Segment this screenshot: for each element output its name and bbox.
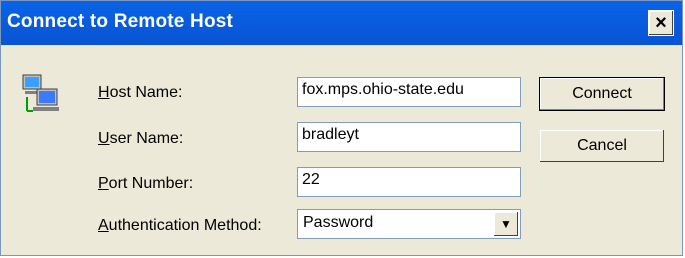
port-number-label: Port Number: <box>98 175 194 192</box>
dialog-title: Connect to Remote Host <box>7 11 234 32</box>
close-icon: × <box>655 12 667 34</box>
user-name-label: User Name: <box>98 130 184 147</box>
host-name-label: Host Name: <box>98 84 183 101</box>
authentication-method-value: Password <box>303 214 374 231</box>
port-number-input[interactable]: 22 <box>297 167 521 197</box>
host-name-input[interactable]: fox.mps.ohio-state.edu <box>297 77 521 107</box>
cancel-button[interactable]: Cancel <box>539 129 665 163</box>
network-computers-icon <box>21 73 61 117</box>
dropdown-arrow-icon[interactable]: ▼ <box>494 212 518 236</box>
authentication-method-label: Authentication Method: <box>98 217 262 234</box>
authentication-method-select[interactable]: Password ▼ <box>297 209 521 239</box>
connect-button[interactable]: Connect <box>539 77 665 111</box>
close-button[interactable]: × <box>648 10 674 36</box>
title-bar: Connect to Remote Host × <box>1 1 682 45</box>
connect-dialog: Connect to Remote Host × Host Name: fox.… <box>0 0 683 256</box>
user-name-input[interactable]: bradleyt <box>297 122 521 152</box>
